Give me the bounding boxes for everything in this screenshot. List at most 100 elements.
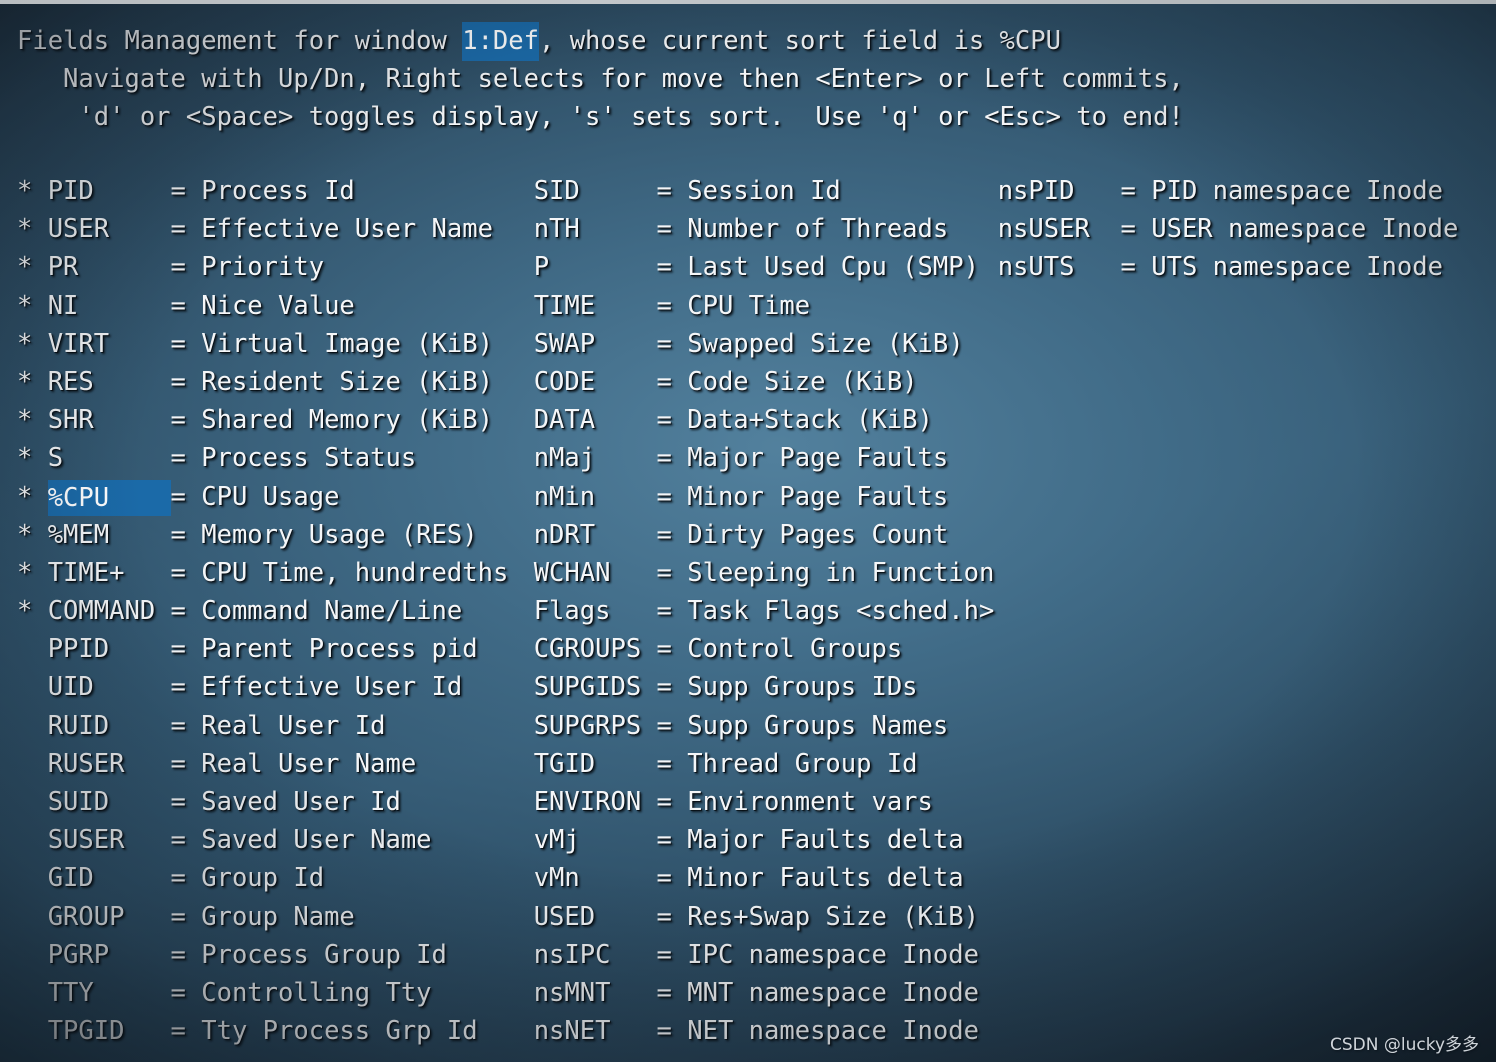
field-entry-mem[interactable]: * %MEM = Memory Usage (RES)	[17, 516, 478, 554]
field-entry-tpgid[interactable]: TPGID = Tty Process Grp Id	[17, 1012, 478, 1050]
field-entry-nsnet[interactable]: nsNET = NET namespace Inode	[503, 1012, 979, 1050]
field-entry-s[interactable]: * S = Process Status	[17, 439, 416, 477]
field-name[interactable]: Flags	[534, 592, 657, 630]
field-hidden-marker[interactable]	[503, 287, 534, 325]
field-hidden-marker[interactable]	[503, 516, 534, 554]
field-hidden-marker[interactable]	[503, 210, 534, 248]
field-hidden-marker[interactable]	[503, 707, 534, 745]
field-entry-ruser[interactable]: RUSER = Real User Name	[17, 745, 416, 783]
field-displayed-marker[interactable]: *	[17, 592, 48, 630]
field-name[interactable]: SUPGRPS	[534, 707, 657, 745]
field-name[interactable]: SHR	[48, 401, 171, 439]
field-hidden-marker[interactable]	[17, 668, 48, 706]
field-entry-group[interactable]: GROUP = Group Name	[17, 898, 355, 936]
field-entry-tgid[interactable]: TGID = Thread Group Id	[503, 745, 918, 783]
field-name[interactable]: S	[48, 439, 171, 477]
field-entry-sid[interactable]: SID = Session Id	[503, 172, 841, 210]
field-name[interactable]: USER	[48, 210, 171, 248]
field-hidden-marker[interactable]	[17, 1012, 48, 1050]
field-name[interactable]: nDRT	[534, 516, 657, 554]
field-name[interactable]: RUID	[48, 707, 171, 745]
field-entry-shr[interactable]: * SHR = Shared Memory (KiB)	[17, 401, 493, 439]
field-hidden-marker[interactable]	[503, 478, 534, 516]
field-name[interactable]: USED	[534, 898, 657, 936]
field-hidden-marker[interactable]	[503, 936, 534, 974]
field-hidden-marker[interactable]	[503, 821, 534, 859]
field-hidden-marker[interactable]	[17, 745, 48, 783]
field-name[interactable]: SWAP	[534, 325, 657, 363]
field-displayed-marker[interactable]: *	[17, 554, 48, 592]
field-hidden-marker[interactable]	[17, 859, 48, 897]
field-entry-suid[interactable]: SUID = Saved User Id	[17, 783, 401, 821]
field-hidden-marker[interactable]	[503, 974, 534, 1012]
field-name[interactable]: CGROUPS	[534, 630, 657, 668]
field-entry-supgids[interactable]: SUPGIDS = Supp Groups IDs	[503, 668, 918, 706]
field-entry-res[interactable]: * RES = Resident Size (KiB)	[17, 363, 493, 401]
field-entry-vmn[interactable]: vMn = Minor Faults delta	[503, 859, 964, 897]
field-hidden-marker[interactable]	[503, 554, 534, 592]
field-name[interactable]: %MEM	[48, 516, 171, 554]
field-entry-pr[interactable]: * PR = Priority	[17, 248, 324, 286]
field-displayed-marker[interactable]: *	[17, 210, 48, 248]
field-hidden-marker[interactable]	[967, 172, 998, 210]
field-entry-swap[interactable]: SWAP = Swapped Size (KiB)	[503, 325, 964, 363]
field-displayed-marker[interactable]: *	[17, 287, 48, 325]
field-displayed-marker[interactable]: *	[17, 516, 48, 554]
field-entry-environ[interactable]: ENVIRON = Environment vars	[503, 783, 933, 821]
field-entry-p[interactable]: P = Last Used Cpu (SMP)	[503, 248, 979, 286]
field-entry-vmj[interactable]: vMj = Major Faults delta	[503, 821, 964, 859]
field-hidden-marker[interactable]	[503, 248, 534, 286]
field-hidden-marker[interactable]	[503, 859, 534, 897]
field-entry-nsuser[interactable]: nsUSER = USER namespace Inode	[967, 210, 1459, 248]
field-entry-nth[interactable]: nTH = Number of Threads	[503, 210, 949, 248]
field-displayed-marker[interactable]: *	[17, 325, 48, 363]
field-name[interactable]: PGRP	[48, 936, 171, 974]
field-entry-nmin[interactable]: nMin = Minor Page Faults	[503, 478, 949, 516]
field-name[interactable]: vMj	[534, 821, 657, 859]
field-displayed-marker[interactable]: *	[17, 439, 48, 477]
field-name[interactable]: nsMNT	[534, 974, 657, 1012]
field-entry-uid[interactable]: UID = Effective User Id	[17, 668, 463, 706]
field-name[interactable]: nsPID	[998, 172, 1121, 210]
field-name[interactable]: RUSER	[48, 745, 171, 783]
field-hidden-marker[interactable]	[503, 363, 534, 401]
field-name[interactable]: TTY	[48, 974, 171, 1012]
field-entry-nsipc[interactable]: nsIPC = IPC namespace Inode	[503, 936, 979, 974]
field-displayed-marker[interactable]: *	[17, 248, 48, 286]
field-entry-nsuts[interactable]: nsUTS = UTS namespace Inode	[967, 248, 1443, 286]
field-entry-gid[interactable]: GID = Group Id	[17, 859, 324, 897]
field-hidden-marker[interactable]	[503, 898, 534, 936]
field-hidden-marker[interactable]	[503, 325, 534, 363]
field-name[interactable]: nsIPC	[534, 936, 657, 974]
field-hidden-marker[interactable]	[503, 401, 534, 439]
field-name[interactable]: nMin	[534, 478, 657, 516]
field-entry-code[interactable]: CODE = Code Size (KiB)	[503, 363, 918, 401]
field-entry-pid[interactable]: * PID = Process Id	[17, 172, 355, 210]
field-entry-user[interactable]: * USER = Effective User Name	[17, 210, 493, 248]
field-name[interactable]: SUID	[48, 783, 171, 821]
field-name[interactable]: CODE	[534, 363, 657, 401]
field-name[interactable]: vMn	[534, 859, 657, 897]
field-hidden-marker[interactable]	[503, 745, 534, 783]
field-hidden-marker[interactable]	[503, 172, 534, 210]
field-name[interactable]: nMaj	[534, 439, 657, 477]
field-name[interactable]: nTH	[534, 210, 657, 248]
field-hidden-marker[interactable]	[503, 630, 534, 668]
field-hidden-marker[interactable]	[967, 248, 998, 286]
field-displayed-marker[interactable]: *	[17, 401, 48, 439]
field-entry-nsmnt[interactable]: nsMNT = MNT namespace Inode	[503, 974, 979, 1012]
field-hidden-marker[interactable]	[503, 783, 534, 821]
field-hidden-marker[interactable]	[503, 668, 534, 706]
field-entry-cpu[interactable]: * %CPU = CPU Usage	[17, 478, 339, 516]
field-displayed-marker[interactable]: *	[17, 478, 48, 516]
field-name[interactable]: UID	[48, 668, 171, 706]
field-entry-nmaj[interactable]: nMaj = Major Page Faults	[503, 439, 949, 477]
field-hidden-marker[interactable]	[503, 1012, 534, 1050]
field-entry-cgroups[interactable]: CGROUPS = Control Groups	[503, 630, 902, 668]
field-hidden-marker[interactable]	[17, 821, 48, 859]
field-name[interactable]: SUPGIDS	[534, 668, 657, 706]
field-name[interactable]: nsUTS	[998, 248, 1121, 286]
field-name[interactable]: VIRT	[48, 325, 171, 363]
field-entry-nspid[interactable]: nsPID = PID namespace Inode	[967, 172, 1443, 210]
field-entry-suser[interactable]: SUSER = Saved User Name	[17, 821, 432, 859]
